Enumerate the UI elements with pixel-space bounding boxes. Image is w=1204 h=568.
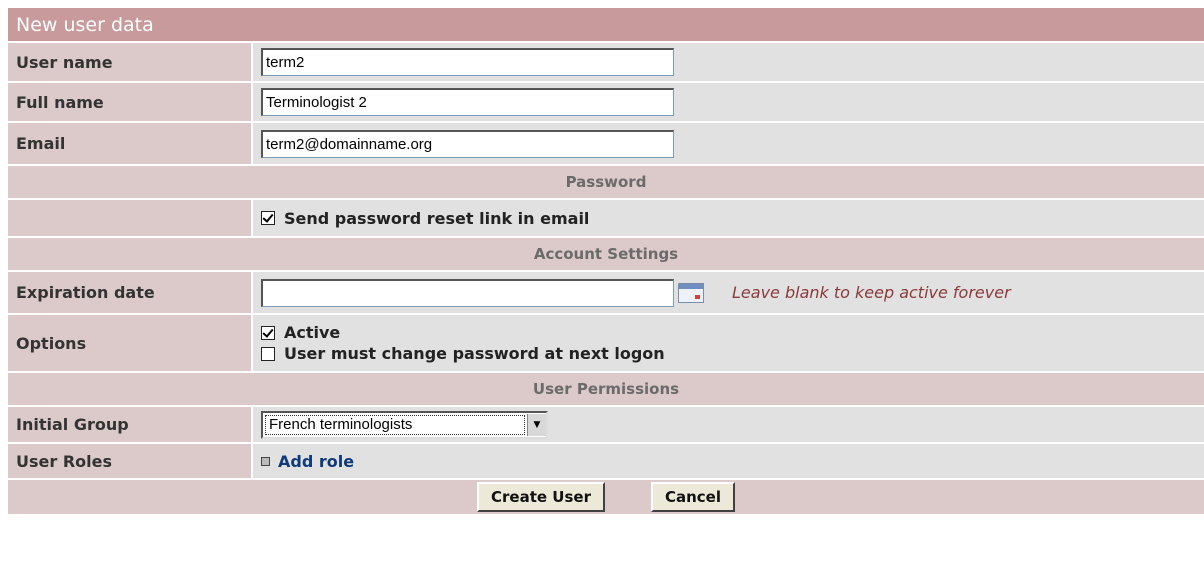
user-roles-cell: Add role xyxy=(253,444,1204,478)
expiration-label: Expiration date xyxy=(8,272,253,313)
fullname-input[interactable] xyxy=(261,88,674,116)
permissions-section-header: User Permissions xyxy=(8,373,1204,407)
initial-group-value: French terminologists xyxy=(265,414,525,435)
active-option[interactable]: Active xyxy=(261,323,340,342)
username-row: User name xyxy=(8,43,1204,83)
must-change-option[interactable]: User must change password at next logon xyxy=(261,344,665,363)
expiration-hint: Leave blank to keep active forever xyxy=(732,283,1011,302)
fullname-row: Full name xyxy=(8,83,1204,123)
user-roles-row: User Roles Add role xyxy=(8,444,1204,480)
send-reset-label: Send password reset link in email xyxy=(284,208,590,228)
password-section-header: Password xyxy=(8,166,1204,200)
square-bullet-icon xyxy=(261,456,270,466)
options-cell: Active User must change password at next… xyxy=(253,315,1204,371)
initial-group-cell: French terminologists ▼ xyxy=(253,407,1204,442)
active-label: Active xyxy=(284,323,341,342)
expiration-date-input[interactable] xyxy=(261,278,674,307)
add-role-link[interactable]: Add role xyxy=(261,452,354,471)
send-reset-checkbox[interactable] xyxy=(261,211,275,225)
form-actions: Create User Cancel xyxy=(8,480,1204,514)
must-change-password-checkbox[interactable] xyxy=(261,346,275,361)
active-checkbox[interactable] xyxy=(261,325,275,340)
username-cell xyxy=(253,43,1204,81)
add-role-label: Add role xyxy=(278,451,355,471)
expiration-row: Expiration date Leave blank to keep acti… xyxy=(8,272,1204,315)
username-input[interactable] xyxy=(261,48,674,76)
initial-group-select[interactable]: French terminologists ▼ xyxy=(261,410,548,439)
calendar-icon[interactable] xyxy=(678,282,704,303)
email-row: Email xyxy=(8,123,1204,166)
must-change-label: User must change password at next logon xyxy=(284,344,665,363)
initial-group-label: Initial Group xyxy=(8,407,253,442)
fullname-cell xyxy=(253,83,1204,121)
user-roles-label: User Roles xyxy=(8,444,253,478)
initial-group-row: Initial Group French terminologists ▼ xyxy=(8,407,1204,444)
empty-label xyxy=(8,200,253,236)
email-label: Email xyxy=(8,123,253,164)
email-input[interactable] xyxy=(261,129,674,158)
send-reset-row: Send password reset link in email xyxy=(8,200,1204,238)
fullname-label: Full name xyxy=(8,83,253,121)
send-reset-cell: Send password reset link in email xyxy=(253,200,1204,236)
new-user-form: New user data User name Full name Email … xyxy=(8,8,1204,514)
chevron-down-icon[interactable]: ▼ xyxy=(527,413,546,436)
create-user-button[interactable]: Create User xyxy=(477,482,605,512)
form-title: New user data xyxy=(8,8,1204,43)
expiration-cell: Leave blank to keep active forever xyxy=(253,272,1204,313)
username-label: User name xyxy=(8,43,253,81)
options-label: Options xyxy=(8,315,253,371)
options-row: Options Active User must change password… xyxy=(8,315,1204,373)
account-section-header: Account Settings xyxy=(8,238,1204,272)
cancel-button[interactable]: Cancel xyxy=(650,482,735,512)
send-reset-option[interactable]: Send password reset link in email xyxy=(261,209,589,228)
email-cell xyxy=(253,123,1204,164)
